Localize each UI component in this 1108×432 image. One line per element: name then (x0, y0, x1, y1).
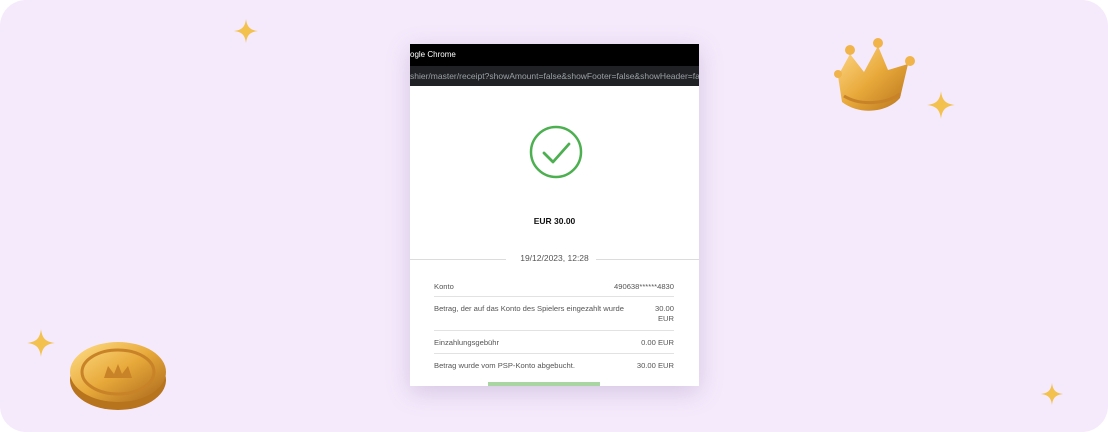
table-row: Betrag wurde vom PSP-Konto abgebucht. 30… (434, 354, 674, 376)
row-label: Betrag wurde vom PSP-Konto abgebucht. (434, 361, 575, 370)
coin-icon (66, 334, 170, 414)
divider-line (596, 259, 699, 260)
row-value-line: 30.00 (654, 304, 674, 313)
receipt-date-divider: 19/12/2023, 12:28 (410, 252, 699, 266)
table-row: Betrag, der auf das Konto des Spielers e… (434, 297, 674, 331)
receipt-datetime: 19/12/2023, 12:28 (520, 253, 589, 263)
sparkle-icon (926, 90, 956, 120)
row-label: Betrag, der auf das Konto des Spielers e… (434, 304, 624, 313)
sparkle-icon (26, 328, 56, 358)
row-label: Konto (434, 282, 454, 291)
sparkle-icon (1040, 382, 1064, 406)
action-button-edge[interactable] (488, 382, 600, 386)
crown-icon (830, 36, 918, 118)
checkmark-circle-icon (528, 124, 584, 180)
address-bar[interactable]: shier/master/receipt?showAmount=false&sh… (410, 66, 699, 86)
receipt-details-table: Konto 490638******4830 Betrag, der auf d… (434, 274, 674, 376)
table-row: Einzahlungsgebühr 0.00 EUR (434, 331, 674, 354)
receipt-page: EUR 30.00 19/12/2023, 12:28 Konto 490638… (410, 86, 699, 386)
row-value: 0.00 EUR (641, 338, 674, 347)
row-label: Einzahlungsgebühr (434, 338, 500, 347)
browser-window: ogle Chrome shier/master/receipt?showAmo… (410, 44, 699, 386)
promo-banner: ogle Chrome shier/master/receipt?showAmo… (0, 0, 1108, 432)
receipt-amount: EUR 30.00 (533, 216, 576, 226)
table-row: Konto 490638******4830 (434, 274, 674, 297)
sparkle-icon (233, 18, 259, 44)
window-title: ogle Chrome (410, 44, 699, 66)
row-value: 30.00 EUR (655, 304, 674, 324)
row-value: 490638******4830 (614, 282, 674, 291)
row-value-line: EUR (657, 314, 674, 323)
row-value: 30.00 EUR (636, 361, 674, 370)
